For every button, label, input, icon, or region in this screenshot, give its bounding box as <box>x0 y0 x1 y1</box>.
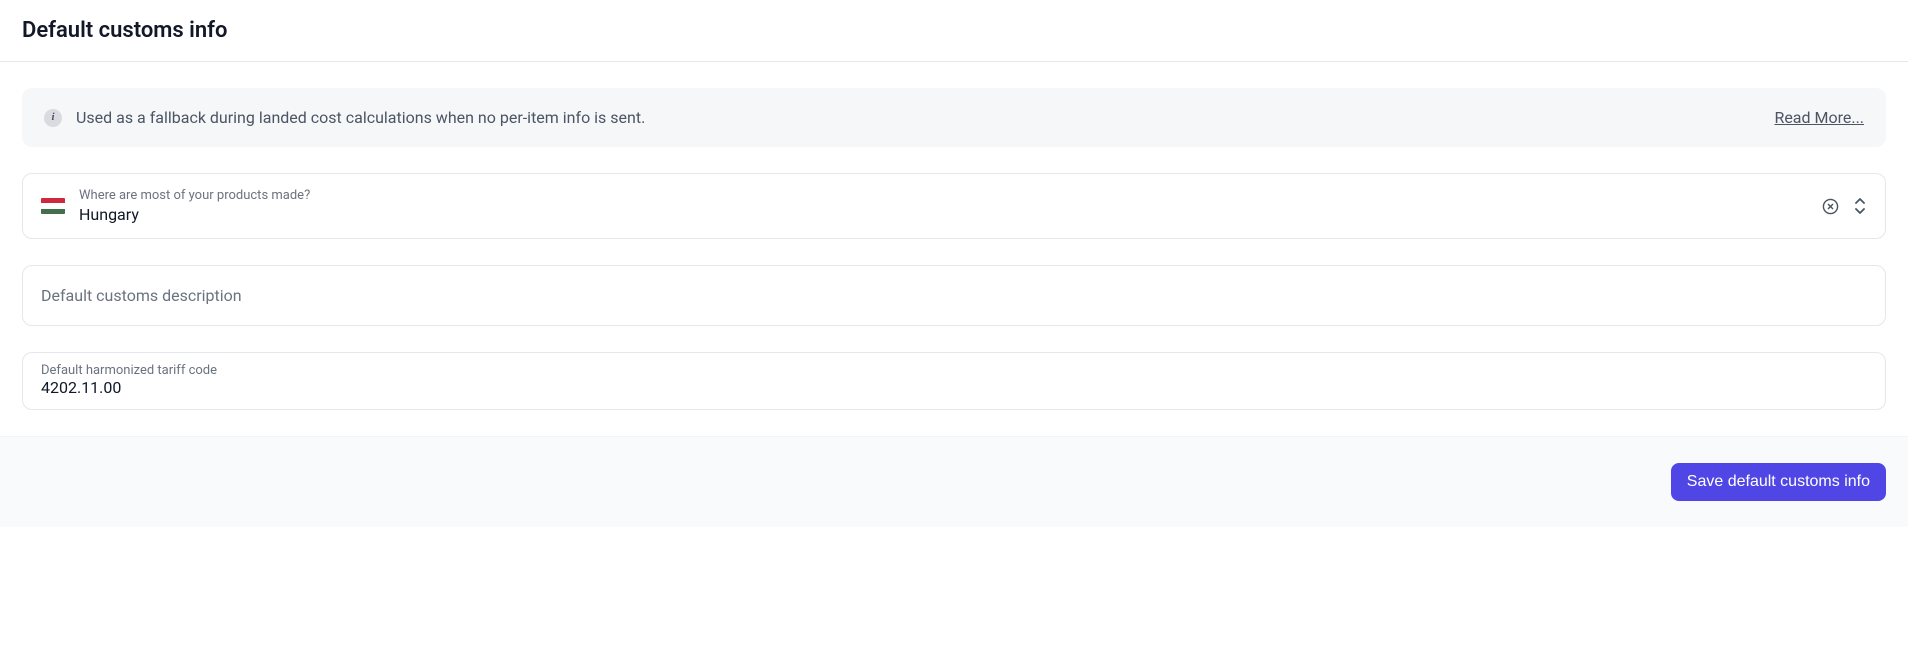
customs-description-input[interactable]: Default customs description <box>22 265 1886 326</box>
save-button[interactable]: Save default customs info <box>1671 463 1886 501</box>
clear-country-button[interactable] <box>1821 197 1839 215</box>
country-field-body: Where are most of your products made? Hu… <box>79 188 1807 224</box>
chevron-down-icon <box>1854 207 1866 214</box>
country-select[interactable]: Where are most of your products made? Hu… <box>22 173 1886 239</box>
country-field-label: Where are most of your products made? <box>79 188 1807 203</box>
tariff-code-input[interactable]: Default harmonized tariff code 4202.11.0… <box>22 352 1886 410</box>
customs-description-placeholder: Default customs description <box>41 286 1867 305</box>
flag-hungary-icon <box>41 198 65 214</box>
close-circle-icon <box>1822 198 1839 215</box>
content-area: i Used as a fallback during landed cost … <box>0 62 1908 410</box>
info-banner-left: i Used as a fallback during landed cost … <box>44 108 645 127</box>
tariff-field-label: Default harmonized tariff code <box>41 363 1867 378</box>
country-field-controls <box>1821 196 1867 216</box>
chevron-up-icon <box>1854 198 1866 205</box>
tariff-field-value: 4202.11.00 <box>41 378 1867 397</box>
read-more-link[interactable]: Read More... <box>1774 108 1864 127</box>
info-icon: i <box>44 109 62 127</box>
page-footer: Save default customs info <box>0 436 1908 527</box>
info-message: Used as a fallback during landed cost ca… <box>76 108 645 127</box>
page-title: Default customs info <box>22 18 1886 43</box>
info-banner: i Used as a fallback during landed cost … <box>22 88 1886 147</box>
country-field-value: Hungary <box>79 205 1807 224</box>
country-dropdown-toggle[interactable] <box>1853 196 1867 216</box>
page-header: Default customs info <box>0 0 1908 62</box>
